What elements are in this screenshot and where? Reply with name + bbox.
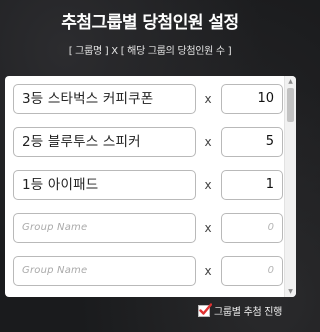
group-row-3: 1등 아이패드 x 1 [9, 170, 283, 200]
times-sign: x [204, 92, 212, 106]
scroll-up-icon[interactable]: ▲ [285, 76, 296, 87]
group-name-input[interactable]: Group Name [13, 256, 196, 286]
group-draw-label: 그룹별 추첨 진행 [214, 306, 283, 318]
times-sign: x [204, 221, 212, 235]
winner-count-input[interactable]: 10 [221, 84, 283, 114]
group-list-panel: 3등 스타벅스 커피쿠폰 x 10 2등 블루투스 스피커 x 5 1등 아이패… [5, 76, 296, 297]
page-subtitle: [ 그룹명 ] X [ 해당 그룹의 당첨인원 수 ] [0, 42, 300, 57]
page-title: 추첨그룹별 당첨인원 설정 [61, 13, 239, 33]
winner-count-input[interactable]: 1 [221, 170, 283, 200]
group-name-input[interactable]: 1등 아이패드 [13, 170, 196, 200]
group-row-4: Group Name x 0 [9, 213, 283, 243]
winner-count-input[interactable]: 0 [221, 256, 283, 286]
vertical-scrollbar[interactable]: ▲ ▼ [284, 76, 296, 297]
group-draw-option[interactable]: 그룹별 추첨 진행 [198, 302, 282, 318]
group-name-input[interactable]: Group Name [13, 213, 196, 243]
times-sign: x [204, 135, 212, 149]
times-sign: x [204, 264, 212, 278]
checkmark-icon [198, 303, 212, 317]
scroll-down-icon[interactable]: ▼ [285, 286, 296, 297]
subtitle-group-name: [ 그룹명 ] [68, 46, 109, 57]
group-rows: 3등 스타벅스 커피쿠폰 x 10 2등 블루투스 스피커 x 5 1등 아이패… [5, 76, 283, 297]
group-name-input[interactable]: 3등 스타벅스 커피쿠폰 [13, 84, 196, 114]
group-row-1: 3등 스타벅스 커피쿠폰 x 10 [9, 84, 283, 114]
group-row-5: Group Name x 0 [9, 256, 283, 286]
group-name-input[interactable]: 2등 블루투스 스피커 [13, 127, 196, 157]
subtitle-separator: X [111, 46, 118, 57]
group-row-2: 2등 블루투스 스피커 x 5 [9, 127, 283, 157]
scroll-thumb[interactable] [287, 88, 294, 122]
subtitle-winner-count: [ 해당 그룹의 당첨인원 수 ] [120, 46, 232, 57]
winner-count-input[interactable]: 0 [221, 213, 283, 243]
group-draw-checkbox[interactable] [198, 303, 212, 317]
winner-count-input[interactable]: 5 [221, 127, 283, 157]
times-sign: x [204, 178, 212, 192]
